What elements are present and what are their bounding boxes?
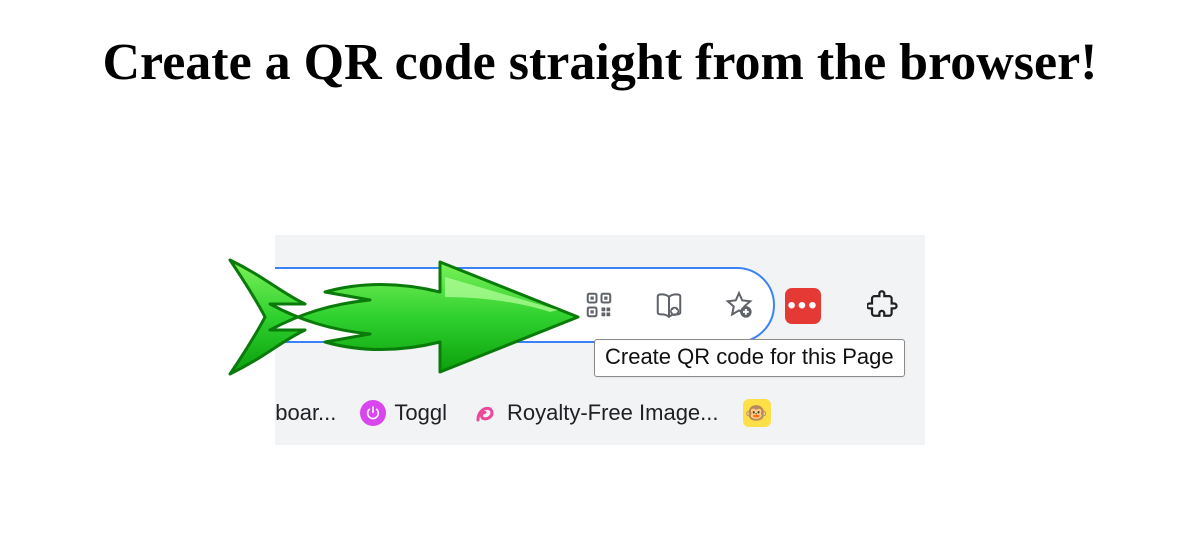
qr-code-icon[interactable] xyxy=(581,287,617,323)
extensions-icon[interactable] xyxy=(865,288,901,324)
qr-tooltip: Create QR code for this Page xyxy=(594,339,905,377)
reading-list-icon[interactable] xyxy=(651,287,687,323)
swirl-icon xyxy=(471,399,499,427)
browser-toolbar-screenshot: ••• nboar... xyxy=(275,235,925,445)
bookmark-label: Toggl xyxy=(394,400,447,426)
lastpass-extension-icon[interactable]: ••• xyxy=(785,288,821,324)
mailchimp-icon: 🐵 xyxy=(743,399,771,427)
headline-text: Create a QR code straight from the brows… xyxy=(0,30,1200,95)
bookmarks-bar: nboar... Toggl Royalty-Free Image... xyxy=(275,383,925,443)
bookmark-label: Royalty-Free Image... xyxy=(507,400,719,426)
bookmark-item-royalty-free[interactable]: Royalty-Free Image... xyxy=(463,399,727,427)
url-bar[interactable] xyxy=(275,267,775,343)
bookmark-item-partial[interactable]: nboar... xyxy=(275,400,344,426)
power-icon xyxy=(360,400,386,426)
extension-icons-row: ••• xyxy=(785,281,925,331)
bookmark-add-icon[interactable] xyxy=(721,287,757,323)
bookmark-item-toggl[interactable]: Toggl xyxy=(352,400,455,426)
bookmark-item-mailchimp[interactable]: 🐵 xyxy=(735,399,779,427)
bookmark-label: nboar... xyxy=(275,400,336,426)
